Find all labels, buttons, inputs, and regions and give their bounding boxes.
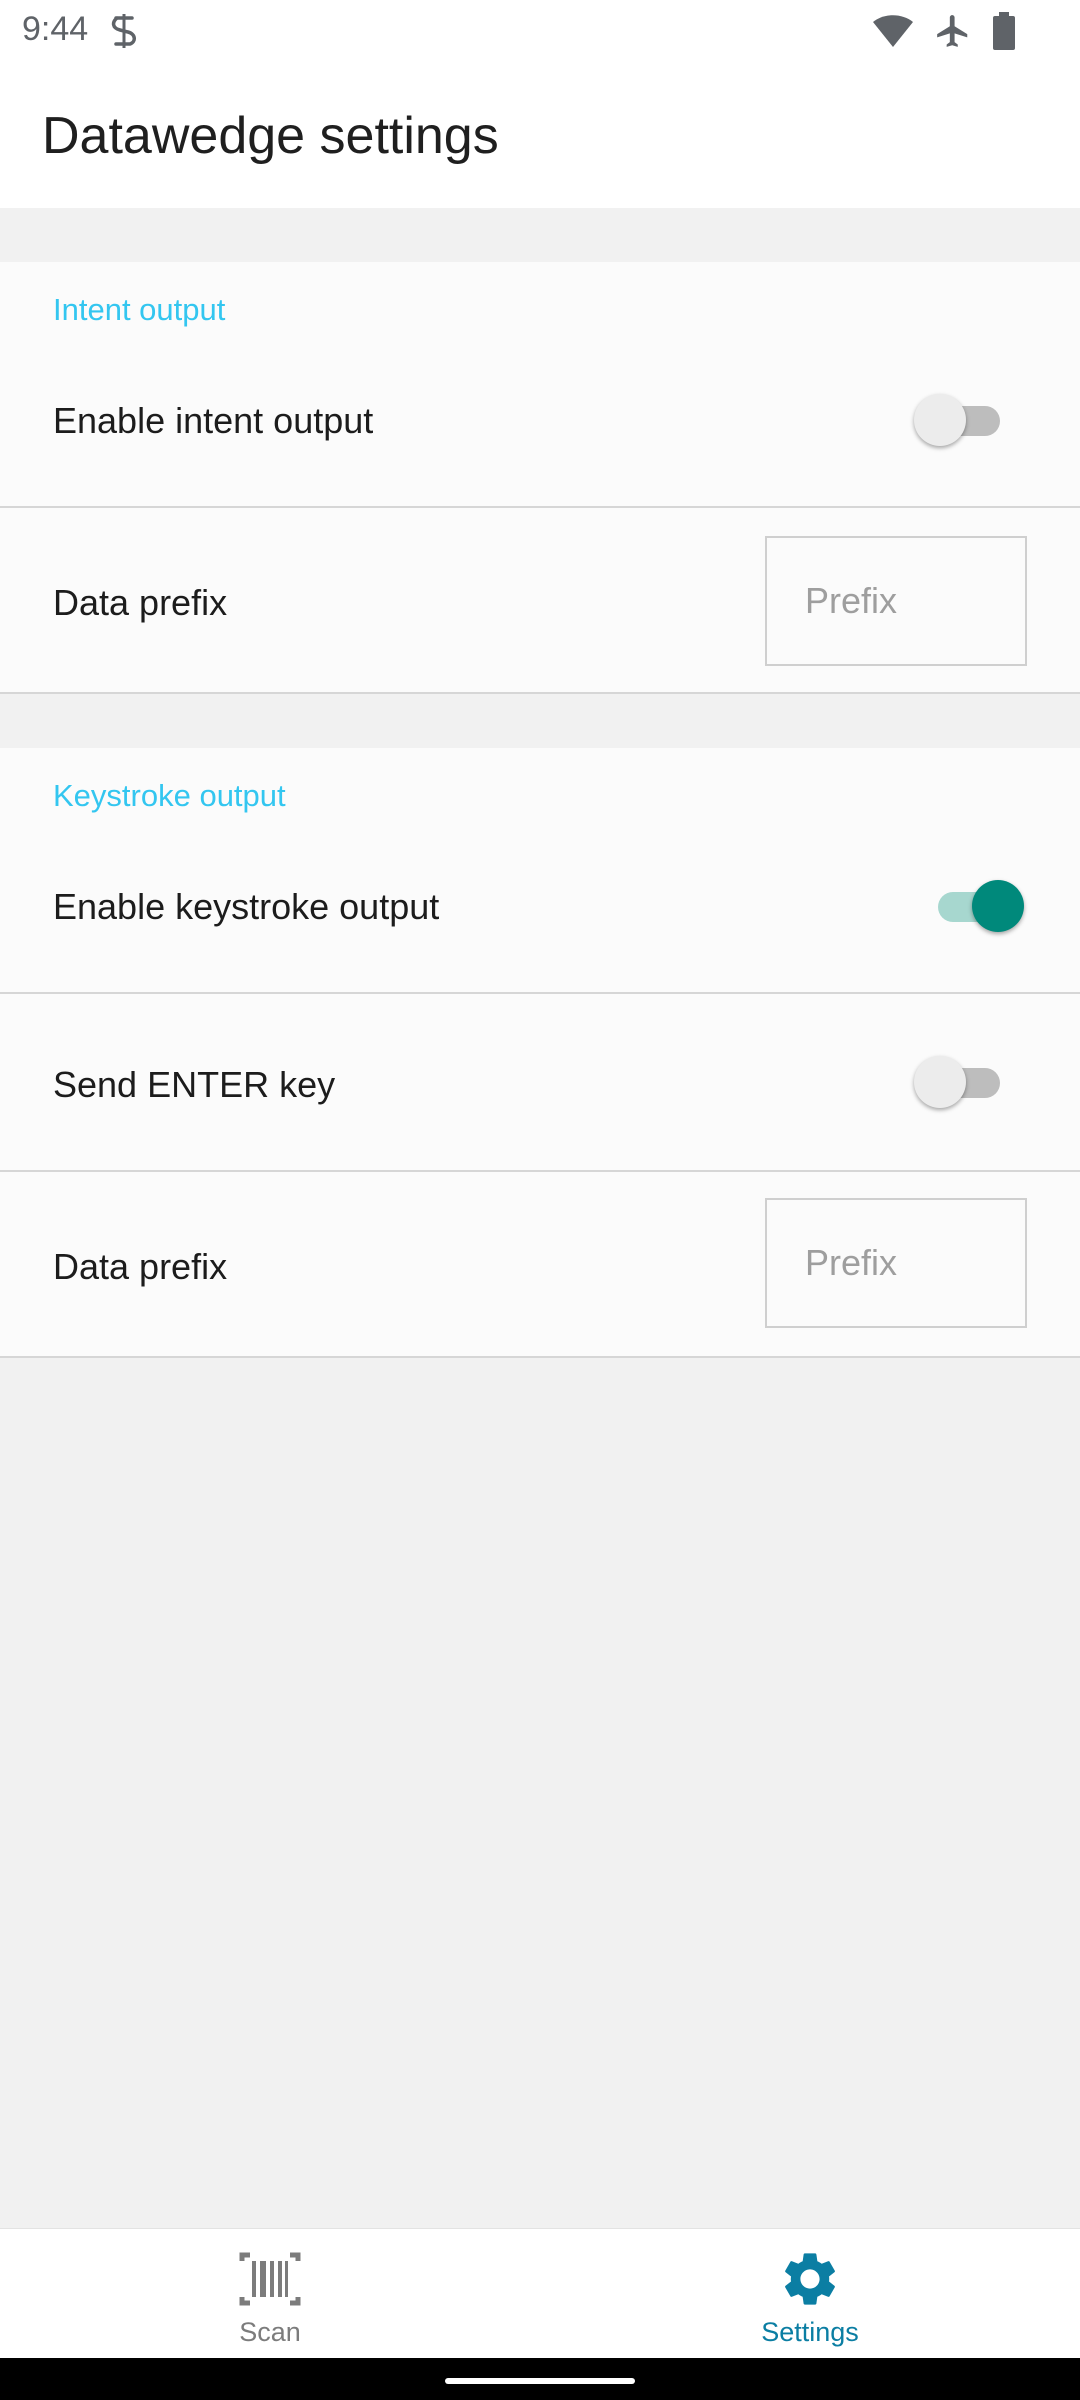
status-bar: 9:44 [0,0,1080,62]
switch-thumb [914,1056,966,1108]
battery-icon [993,12,1015,50]
send-enter-key-switch[interactable] [914,1052,1010,1112]
nav-scan[interactable]: Scan [0,2229,540,2359]
nav-settings-label: Settings [761,2317,859,2347]
send-enter-key-label: Send ENTER key [53,1064,336,1105]
intent-output-section: Intent output Enable intent output Data … [0,262,1080,694]
barcode-icon [239,2252,301,2306]
enable-keystroke-output-switch[interactable] [924,876,1024,936]
airplane-mode-icon [937,15,968,47]
keystroke-data-prefix-label: Data prefix [53,1246,228,1287]
system-navigation-bar [0,2358,1080,2400]
nav-scan-label: Scan [239,2317,301,2347]
intent-data-prefix-input[interactable] [765,536,1027,666]
nav-settings[interactable]: Settings [540,2229,1080,2359]
keystroke-data-prefix-row: Data prefix [0,1172,1080,1358]
intent-data-prefix-label: Data prefix [53,582,228,623]
gear-icon [785,2253,835,2305]
switch-thumb [914,394,966,446]
status-time: 9:44 [22,10,89,48]
send-enter-key-row[interactable]: Send ENTER key [0,994,1080,1172]
keystroke-data-prefix-input[interactable] [765,1198,1027,1328]
enable-keystroke-output-label: Enable keystroke output [53,886,440,927]
wifi-icon [873,15,913,47]
enable-keystroke-output-row[interactable]: Enable keystroke output [0,748,1080,994]
keystroke-output-section: Keystroke output Enable keystroke output… [0,748,1080,1358]
intent-data-prefix-row: Data prefix [0,508,1080,694]
switch-thumb [972,880,1024,932]
app-bar: Datawedge settings [0,62,1080,208]
enable-intent-output-row[interactable]: Enable intent output [0,262,1080,508]
page-title: Datawedge settings [42,107,499,165]
enable-intent-output-label: Enable intent output [53,400,374,441]
gesture-handle[interactable] [445,2378,635,2384]
bottom-navigation: Scan Settings [0,2228,1080,2358]
notification-s-icon [111,14,136,48]
enable-intent-output-switch[interactable] [914,390,1010,450]
